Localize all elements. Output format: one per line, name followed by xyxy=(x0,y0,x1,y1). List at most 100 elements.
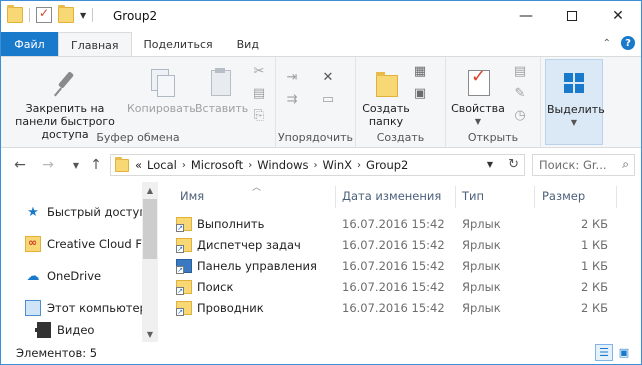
scrollbar-thumb[interactable] xyxy=(143,199,157,259)
new-folder-button[interactable]: Создать папку xyxy=(358,67,414,128)
column-divider[interactable] xyxy=(616,186,617,208)
chevron-down-icon[interactable]: ▼ xyxy=(487,160,493,169)
pin-quick-access-button[interactable]: Закрепить на панели быстрого доступа xyxy=(5,67,125,141)
close-button[interactable]: ✕ xyxy=(595,1,641,31)
minimize-button[interactable]: — xyxy=(503,1,549,31)
properties-icon[interactable] xyxy=(36,6,52,23)
file-date: 16.07.2016 15:42 xyxy=(342,259,445,273)
explorer-window: ▼ Group2 — ✕ Файл Главная Поделиться Вид… xyxy=(0,0,642,365)
tab-file[interactable]: Файл xyxy=(1,32,58,56)
qat-separator xyxy=(29,8,30,22)
properties-button[interactable]: Свойства ▼ xyxy=(448,67,508,128)
edit-icon[interactable]: ✎ xyxy=(512,85,528,101)
column-header-date[interactable]: Дата изменения xyxy=(342,182,441,210)
paste-button[interactable]: Вставить xyxy=(195,67,249,115)
folder-icon xyxy=(115,156,129,172)
large-icons-view-icon[interactable]: ▣ xyxy=(615,344,633,361)
copy-to-icon[interactable]: ⇉ xyxy=(284,91,300,107)
search-icon[interactable]: ⌕ xyxy=(622,157,629,172)
breadcrumb-windows[interactable]: Windows xyxy=(257,158,308,172)
video-icon xyxy=(35,322,51,338)
chevron-up-icon[interactable]: ⌃ xyxy=(603,38,611,49)
history-icon[interactable]: ◷ xyxy=(512,107,528,123)
tab-share[interactable]: Поделиться xyxy=(132,32,225,56)
file-size: 2 КБ xyxy=(580,217,608,231)
help-icon[interactable]: ? xyxy=(621,36,635,50)
new-item-icon[interactable]: ▦ xyxy=(412,63,428,79)
breadcrumb-local[interactable]: Local xyxy=(147,158,177,172)
chevron-right-icon[interactable]: › xyxy=(182,160,186,171)
chevron-right-icon[interactable]: › xyxy=(357,160,361,171)
qat-dropdown-icon[interactable]: ▼ xyxy=(80,11,86,20)
address-bar[interactable]: « Local › Microsoft › Windows › WinX › G… xyxy=(110,154,525,176)
breadcrumb-overflow[interactable]: « xyxy=(135,158,142,172)
forward-arrow-icon[interactable]: → xyxy=(39,155,57,175)
navigation-bar: ← → ▼ ↑ « Local › Microsoft › Windows › … xyxy=(1,148,641,182)
breadcrumb-microsoft[interactable]: Microsoft xyxy=(191,158,243,172)
file-type: Ярлык xyxy=(462,280,501,294)
nav-item-quick-access[interactable]: ★ Быстрый доступ xyxy=(25,204,142,220)
open-icon[interactable]: ▤ xyxy=(512,63,528,79)
chevron-right-icon[interactable]: › xyxy=(314,160,318,171)
folder-icon[interactable] xyxy=(7,5,23,23)
nav-item-this-pc[interactable]: Этот компьютер xyxy=(25,300,142,316)
sort-ascending-icon: ︿ xyxy=(252,183,262,193)
tab-view[interactable]: Вид xyxy=(225,32,271,56)
delete-icon[interactable]: ✕ xyxy=(320,69,336,85)
column-divider[interactable] xyxy=(534,186,535,208)
quick-access-toolbar: ▼ xyxy=(7,5,94,23)
column-header-type[interactable]: Тип xyxy=(462,182,484,210)
column-header-size[interactable]: Размер xyxy=(542,182,585,210)
clipboard-group-label: Буфер обмена xyxy=(96,131,180,144)
table-row[interactable]: ↗ Диспетчер задач 16.07.2016 15:42 Ярлык… xyxy=(176,235,616,256)
search-input[interactable]: Поиск: Gr... ⌕ xyxy=(532,154,635,176)
scroll-down-icon[interactable]: ▼ xyxy=(142,326,158,342)
breadcrumb-group2[interactable]: Group2 xyxy=(366,158,408,172)
file-type: Ярлык xyxy=(462,259,501,273)
refresh-icon[interactable]: ↻ xyxy=(508,157,519,172)
qat-separator xyxy=(92,8,94,22)
nav-item-onedrive[interactable]: ☁ OneDrive xyxy=(25,268,142,284)
table-row[interactable]: ↗ Выполнить 16.07.2016 15:42 Ярлык 2 КБ xyxy=(176,214,616,235)
breadcrumb-winx[interactable]: WinX xyxy=(323,158,352,172)
file-type: Ярлык xyxy=(462,301,501,315)
up-arrow-icon[interactable]: ↑ xyxy=(87,155,105,175)
move-to-icon[interactable]: ⇥ xyxy=(284,69,300,85)
copy-icon xyxy=(145,67,177,99)
nav-item-video[interactable]: Видео xyxy=(35,322,152,338)
maximize-button[interactable] xyxy=(549,1,595,31)
search-placeholder: Поиск: Gr... xyxy=(539,158,607,172)
column-header-name[interactable]: Имя xyxy=(180,182,204,210)
chevron-right-icon[interactable]: › xyxy=(248,160,252,171)
new-folder-icon[interactable] xyxy=(58,5,74,23)
navigation-pane: ★ Быстрый доступ Creative Cloud Files ☁ … xyxy=(1,182,158,342)
nav-pane-scrollbar[interactable]: ▲ ▼ xyxy=(142,182,158,342)
properties-label: Свойства xyxy=(451,102,505,115)
nav-item-label: Видео xyxy=(57,323,95,337)
table-row[interactable]: ↗ Проводник 16.07.2016 15:42 Ярлык 2 КБ xyxy=(176,298,616,319)
back-arrow-icon[interactable]: ← xyxy=(11,155,29,175)
scroll-up-icon[interactable]: ▲ xyxy=(142,182,158,198)
recent-locations-icon[interactable]: ▼ xyxy=(67,155,85,175)
table-row[interactable]: ↗ Поиск 16.07.2016 15:42 Ярлык 2 КБ xyxy=(176,277,616,298)
folder-shortcut-icon: ↗ xyxy=(176,238,192,253)
paste-shortcut-icon[interactable]: ⎘ xyxy=(251,107,267,123)
window-controls: — ✕ xyxy=(503,1,641,31)
copy-button[interactable]: Копировать xyxy=(127,67,196,115)
rename-icon[interactable]: ▭ xyxy=(320,91,336,107)
column-divider[interactable] xyxy=(455,186,456,208)
column-divider[interactable] xyxy=(335,186,336,208)
paste-label: Вставить xyxy=(195,102,249,115)
table-row[interactable]: ↗ Панель управления 16.07.2016 15:42 Ярл… xyxy=(176,256,616,277)
file-name-cell: ↗ Выполнить xyxy=(176,217,264,232)
select-button[interactable]: Выделить ▼ xyxy=(547,68,605,129)
easy-access-icon[interactable]: ▣ xyxy=(412,85,428,101)
shortcut-arrow-icon: ↗ xyxy=(176,266,184,274)
tab-home[interactable]: Главная xyxy=(58,32,132,57)
organize-group-label: Упорядочить xyxy=(277,131,354,144)
cut-icon[interactable]: ✂ xyxy=(251,63,267,79)
copy-path-icon[interactable]: ▤ xyxy=(251,85,267,101)
nav-item-creative-cloud[interactable]: Creative Cloud Files xyxy=(25,236,142,252)
nav-item-label: OneDrive xyxy=(47,269,102,283)
details-view-icon[interactable]: ☰ xyxy=(595,344,613,361)
